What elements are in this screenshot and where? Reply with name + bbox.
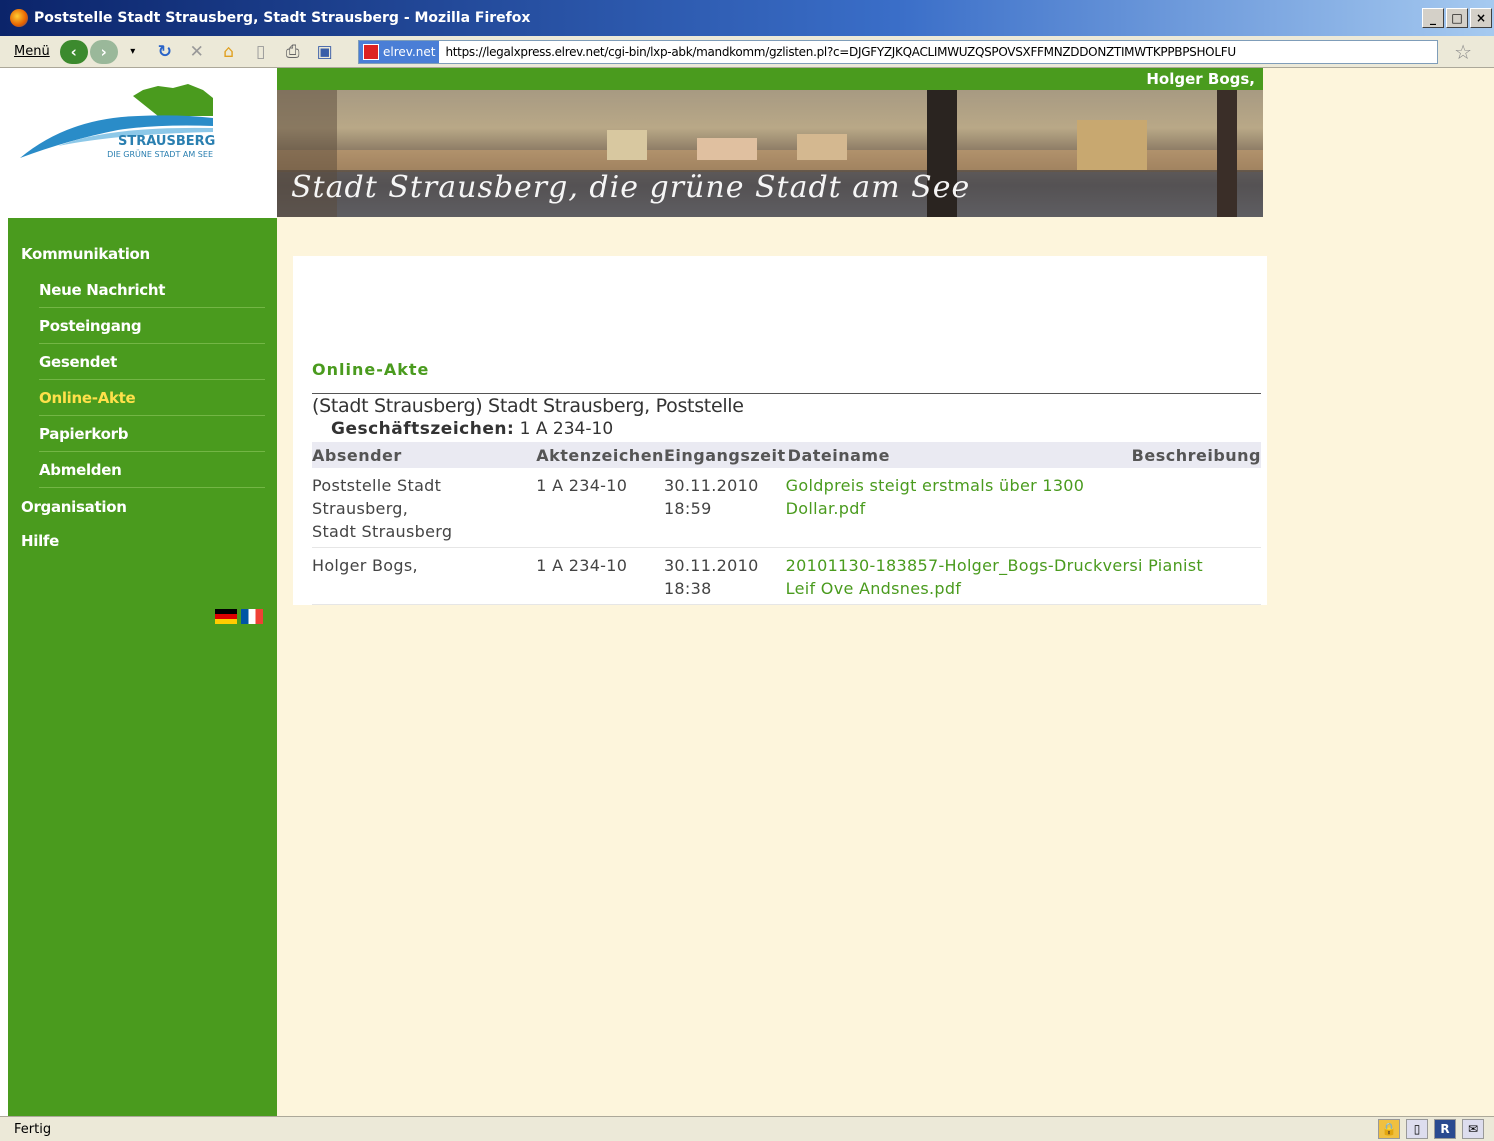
col-eingangszeit[interactable]: Eingangszeit — [663, 442, 786, 468]
mail-icon[interactable]: ✉ — [1462, 1119, 1484, 1139]
col-aktenzeichen[interactable]: Aktenzeichen — [536, 442, 664, 468]
language-switcher — [215, 609, 263, 624]
header-banner: Stadt Strausberg, die grüne Stadt am See — [277, 90, 1263, 217]
sender-line-2: Stadt Strausberg — [312, 522, 453, 541]
time: 18:38 — [663, 579, 712, 598]
forward-icon[interactable]: › — [89, 39, 118, 64]
page-viewport: STRAUSBERG DIE GRÜNE STADT AM SEE Kommun… — [8, 68, 1494, 1116]
time: 18:59 — [663, 499, 712, 518]
date: 30.11.2010 — [663, 556, 759, 575]
r-addon-icon[interactable]: R — [1434, 1119, 1456, 1139]
bookmark-star-icon[interactable]: ☆ — [1454, 40, 1472, 64]
table-row: Poststelle Stadt Strausberg, Stadt Strau… — [312, 468, 1261, 548]
back-icon[interactable]: ‹ — [59, 39, 88, 64]
sidebar: STRAUSBERG DIE GRÜNE STADT AM SEE Kommun… — [8, 68, 277, 1116]
cell-dateiname: Goldpreis steigt erstmals über 1300 Doll… — [785, 468, 1132, 548]
user-bar: Holger Bogs, — [277, 68, 1263, 90]
cell-dateiname: 20101130-183857-Holger_Bogs-Druckversi P… — [785, 547, 1261, 605]
status-text: Fertig — [14, 1122, 52, 1137]
case-number: Geschäftszeichen: 1 A 234-10 — [331, 419, 613, 439]
window-title: Poststelle Stadt Strausberg, Stadt Strau… — [34, 10, 531, 26]
site-badge-label: elrev.net — [383, 45, 436, 59]
cell-sender: Poststelle Stadt Strausberg, Stadt Strau… — [312, 468, 537, 548]
organization-title: (Stadt Strausberg) Stadt Strausberg, Pos… — [312, 395, 744, 417]
maximize-button[interactable]: □ — [1446, 8, 1468, 28]
user-name: Holger Bogs, — [1146, 70, 1255, 88]
col-absender[interactable]: Absender — [312, 442, 537, 468]
firefox-icon — [10, 9, 28, 27]
status-bar: Fertig 🔒 ▯ R ✉ — [0, 1116, 1494, 1141]
col-dateiname[interactable]: Dateiname — [785, 442, 1132, 468]
table-row: Holger Bogs, 1 A 234-10 30.11.2010 18:38… — [312, 547, 1261, 605]
section-title: Online-Akte — [312, 360, 430, 379]
file-name-line-2: Leif Ove Andsnes.pdf — [785, 579, 962, 598]
url-bar[interactable]: elrev.net https://legalxpress.elrev.net/… — [358, 40, 1438, 64]
site-favicon-icon — [363, 44, 379, 60]
nav-papierkorb[interactable]: Papierkorb — [39, 416, 265, 452]
home-icon[interactable]: ⌂ — [216, 40, 242, 64]
history-dropdown-icon[interactable]: ▾ — [120, 40, 146, 64]
cell-sender: Holger Bogs, — [312, 547, 537, 605]
page-info-icon[interactable]: ▯ — [1406, 1119, 1428, 1139]
window-titlebar: Poststelle Stadt Strausberg, Stadt Strau… — [0, 0, 1494, 36]
divider — [312, 393, 1261, 394]
site-identity[interactable]: elrev.net — [359, 41, 440, 63]
cell-eingangszeit: 30.11.2010 18:38 — [663, 547, 786, 605]
french-flag-icon[interactable] — [241, 609, 263, 624]
print-icon[interactable]: ⎙ — [280, 40, 306, 64]
file-link[interactable]: Goldpreis steigt erstmals über 1300 Doll… — [786, 476, 1085, 518]
lock-icon[interactable]: 🔒 — [1378, 1119, 1400, 1139]
nav-kommunikation[interactable]: Kommunikation — [21, 245, 150, 263]
url-text[interactable]: https://legalxpress.elrev.net/cgi-bin/lx… — [445, 45, 1235, 59]
cell-eingangszeit: 30.11.2010 18:59 — [663, 468, 786, 548]
logo-subtitle: DIE GRÜNE STADT AM SEE — [107, 150, 213, 159]
banner-slogan: Stadt Strausberg, die grüne Stadt am See — [291, 170, 971, 205]
nav-organisation[interactable]: Organisation — [21, 498, 127, 516]
bookmark-icon[interactable]: ▣ — [312, 40, 338, 64]
logo-title: STRAUSBERG — [118, 134, 216, 149]
col-beschreibung[interactable]: Beschreibung — [1131, 442, 1261, 468]
browser-toolbar: Menü ‹ › ▾ ↻ ✕ ⌂ ▯ ⎙ ▣ elrev.net https:/… — [0, 36, 1494, 68]
table-header: Absender Aktenzeichen Eingangszeit Datei… — [312, 442, 1261, 468]
nav-hilfe[interactable]: Hilfe — [21, 532, 59, 550]
page-icon[interactable]: ▯ — [248, 40, 274, 64]
nav-neue-nachricht[interactable]: Neue Nachricht — [39, 272, 265, 308]
window-controls: _ □ × — [1422, 8, 1492, 28]
close-button[interactable]: × — [1470, 8, 1492, 28]
documents-table: Absender Aktenzeichen Eingangszeit Datei… — [312, 442, 1261, 605]
cell-aktenzeichen: 1 A 234-10 — [536, 468, 664, 548]
stop-icon[interactable]: ✕ — [184, 40, 210, 64]
sender-line-1: Poststelle Stadt Strausberg, — [312, 476, 442, 518]
date: 30.11.2010 — [663, 476, 759, 495]
main-content: Online-Akte (Stadt Strausberg) Stadt Str… — [293, 256, 1267, 605]
minimize-button[interactable]: _ — [1422, 8, 1444, 28]
german-flag-icon[interactable] — [215, 609, 237, 624]
menu-button[interactable]: Menü — [14, 44, 50, 59]
nav-gesendet[interactable]: Gesendet — [39, 344, 265, 380]
nav-online-akte[interactable]: Online-Akte — [39, 380, 265, 416]
case-number-value: 1 A 234-10 — [519, 419, 614, 439]
logo[interactable]: STRAUSBERG DIE GRÜNE STADT AM SEE — [8, 68, 277, 218]
reload-icon[interactable]: ↻ — [152, 40, 178, 64]
nav-posteingang[interactable]: Posteingang — [39, 308, 265, 344]
nav-abmelden[interactable]: Abmelden — [39, 452, 265, 488]
case-number-label: Geschäftszeichen: — [331, 419, 515, 439]
cell-aktenzeichen: 1 A 234-10 — [536, 547, 664, 605]
file-name-line-1: 20101130-183857-Holger_Bogs-Druckversi P… — [785, 556, 1203, 575]
cell-beschreibung — [1131, 468, 1261, 548]
sender-line-1: Holger Bogs, — [312, 556, 418, 575]
status-icons: 🔒 ▯ R ✉ — [1378, 1119, 1484, 1139]
file-link[interactable]: 20101130-183857-Holger_Bogs-Druckversi P… — [786, 556, 1203, 598]
